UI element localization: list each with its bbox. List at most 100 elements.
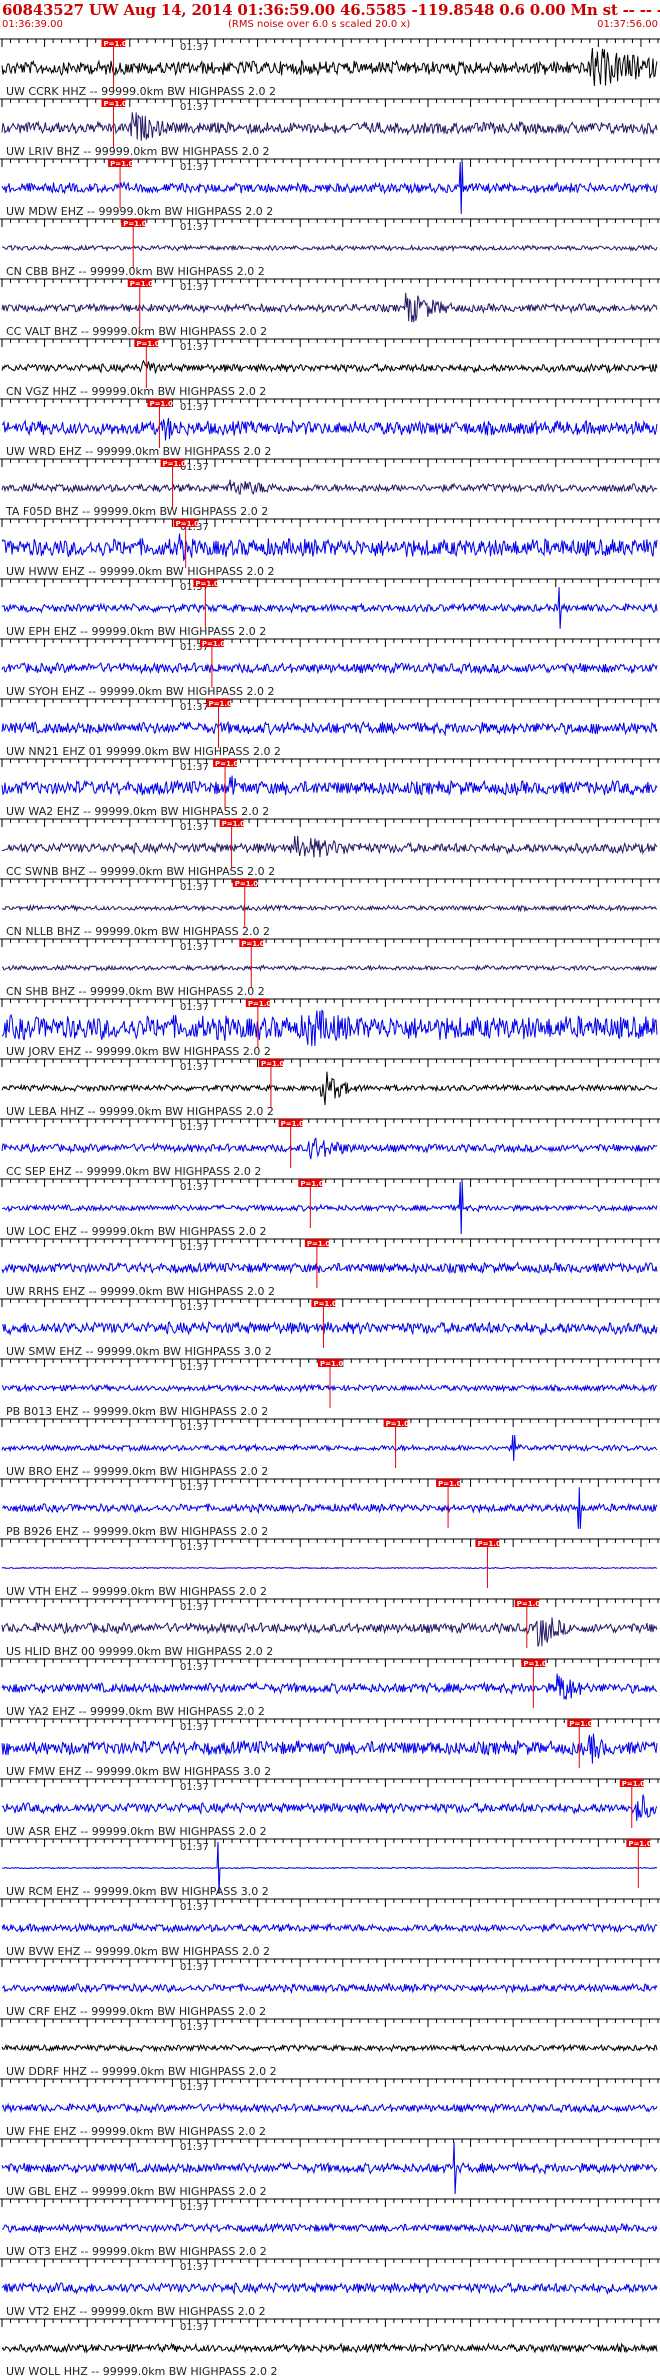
- time-mark: 01:37: [180, 822, 209, 833]
- station-label: UW EPH EHZ -- 99999.0km BW HIGHPASS 2.0 …: [6, 625, 266, 638]
- time-mark: 01:37: [180, 1722, 209, 1733]
- waveform-trace: [1, 1673, 658, 1701]
- time-mark: 01:37: [180, 1542, 209, 1553]
- station-label: UW RCM EHZ -- 99999.0km BW HIGHPASS 3.0 …: [6, 1885, 269, 1898]
- waveform-trace: [1, 903, 658, 913]
- seismogram-panel: 01:37 P=1.0 US HLID BHZ 00 99999.0km BW HI…: [0, 1598, 660, 1658]
- time-mark: 01:37: [180, 42, 209, 53]
- pick-label: P=1.0: [163, 460, 187, 468]
- seismogram-panel: 01:37 P=1.0 CN CBB BHZ -- 99999.0km BW HIG…: [0, 218, 660, 278]
- station-label: UW GBL EHZ -- 99999.0km BW HIGHPASS 2.0 …: [6, 2185, 267, 2198]
- station-label: UW SMW EHZ -- 99999.0km BW HIGHPASS 3.0 …: [6, 1345, 272, 1358]
- pick-label: P=1.0: [208, 700, 232, 708]
- waveform-trace: [1, 1487, 658, 1529]
- waveform-trace: [1, 243, 658, 253]
- station-label: UW DDRF HHZ -- 99999.0km BW HIGHPASS 2.0…: [6, 2065, 277, 2078]
- waveform-trace: [1, 2342, 658, 2354]
- time-mark: 01:37: [180, 2322, 209, 2333]
- seismogram-panel: 01:37 UW WOLL HHZ -- 99999.0km BW HIGHPAS…: [0, 2318, 660, 2378]
- station-label: PB B926 EHZ -- 99999.0km BW HIGHPASS 2.0…: [6, 1525, 268, 1538]
- pick-label: P=1.0: [104, 100, 128, 108]
- waveform-trace: [1, 1137, 658, 1160]
- waveform-trace: [1, 112, 658, 141]
- station-label: CN NLLB BHZ -- 99999.0km BW HIGHPASS 2.0…: [6, 925, 270, 938]
- time-mark: 01:37: [180, 1482, 209, 1493]
- pick-label: P=1.0: [320, 1360, 344, 1368]
- pick-label: P=1.0: [222, 820, 246, 828]
- seismogram-panel: 01:37 P=1.0 CN NLLB BHZ -- 99999.0km BW HI…: [0, 878, 660, 938]
- seismogram-panel: 01:37 UW BVW EHZ -- 99999.0km BW HIGHPASS…: [0, 1898, 660, 1958]
- seismogram-panel: 01:37 P=1.0 UW YA2 EHZ -- 99999.0km BW HIG…: [0, 1658, 660, 1718]
- pick-label: P=1.0: [386, 1420, 410, 1428]
- station-label: CC SWNB BHZ -- 99999.0km BW HIGHPASS 2.0…: [6, 865, 275, 878]
- station-label: UW SYOH EHZ -- 99999.0km BW HIGHPASS 2.0…: [6, 685, 274, 698]
- station-label: UW CRF EHZ -- 99999.0km BW HIGHPASS 2.0 …: [6, 2005, 266, 2018]
- seismogram-panel: 01:37 P=1.0 UW JORV EHZ -- 99999.0km BW HI…: [0, 998, 660, 1058]
- pick-label: P=1.0: [104, 40, 128, 48]
- seismogram-panel: 01:37 UW GBL EHZ -- 99999.0km BW HIGHPASS…: [0, 2138, 660, 2198]
- time-mark: 01:37: [180, 1002, 209, 1013]
- seismogram-panel: 01:37 UW VT2 EHZ -- 99999.0km BW HIGHPASS…: [0, 2258, 660, 2318]
- waveform-trace: [1, 359, 658, 374]
- seismogram-panel: 01:37 P=1.0 CC SWNB BHZ -- 99999.0km BW HI…: [0, 818, 660, 878]
- waveform-trace: [1, 417, 658, 441]
- pick-label: P=1.0: [235, 880, 259, 888]
- pick-label: P=1.0: [281, 1120, 305, 1128]
- time-mark: 01:37: [180, 1242, 209, 1253]
- station-label: UW LEBA HHZ -- 99999.0km BW HIGHPASS 2.0…: [6, 1105, 274, 1118]
- station-label: UW WRD EHZ -- 99999.0km BW HIGHPASS 2.0 …: [6, 445, 271, 458]
- waveform-trace: [1, 2222, 658, 2234]
- seismogram-panel: 01:37P=1.0TA F05D BHZ -- 99999.0km BW HI…: [0, 458, 660, 518]
- station-label: UW VTH EHZ -- 99999.0km BW HIGHPASS 2.0 …: [6, 1585, 267, 1598]
- time-mark: 01:37: [180, 1122, 209, 1133]
- waveform-trace: [1, 1921, 658, 1934]
- pick-label: P=1.0: [248, 1000, 272, 1008]
- time-mark: 01:37: [180, 2022, 209, 2033]
- time-mark: 01:37: [180, 102, 209, 113]
- pick-label: P=1.0: [628, 1840, 652, 1848]
- pick-label: P=1.0: [195, 580, 219, 588]
- time-mark: 01:37: [180, 2202, 209, 2213]
- waveform-trace: [2, 835, 658, 858]
- station-label: CN CBB BHZ -- 99999.0km BW HIGHPASS 2.0 …: [6, 265, 265, 278]
- seismogram-panel: 01:37 P=1.0 UW MDW EHZ -- 99999.0km BW HIG…: [0, 158, 660, 218]
- waveform-trace: [1, 775, 658, 796]
- waveform-trace: [1, 1617, 658, 1647]
- pick-label: P=1.0: [313, 1300, 337, 1308]
- seismogram-panel: 01:37 P=1.0 UW FMW EHZ -- 99999.0km BW HIG…: [0, 1718, 660, 1778]
- station-label: UW OT3 EHZ -- 99999.0km BW HIGHPASS 2.0 …: [6, 2245, 267, 2258]
- station-label: UW CCRK HHZ -- 99999.0km BW HIGHPASS 2.0…: [6, 85, 276, 98]
- station-label: UW BRO EHZ -- 99999.0km BW HIGHPASS 2.0 …: [6, 1465, 268, 1478]
- station-label: UW YA2 EHZ -- 99999.0km BW HIGHPASS 2.0 …: [6, 1705, 265, 1718]
- time-mark: 01:37: [180, 762, 209, 773]
- time-mark: 01:37: [180, 1902, 209, 1913]
- waveform-trace: [1, 587, 658, 629]
- seismogram-panel: 01:37 UW DDRF HHZ -- 99999.0km BW HIGHPAS…: [0, 2018, 660, 2078]
- seismogram-panel: 01:37 P=1.0 PB B926 EHZ -- 99999.0km BW HI…: [0, 1478, 660, 1538]
- time-mark: 01:37: [180, 1302, 209, 1313]
- station-label: CC SEP EHZ -- 99999.0km BW HIGHPASS 2.0 …: [6, 1165, 261, 1178]
- station-label: CC VALT BHZ -- 99999.0km BW HIGHPASS 2.0…: [6, 325, 267, 338]
- time-mark: 01:37: [180, 402, 209, 413]
- pick-label: P=1.0: [241, 940, 265, 948]
- time-mark: 01:37: [180, 1962, 209, 1973]
- station-label: UW ASR EHZ -- 99999.0km BW HIGHPASS 2.0 …: [6, 1825, 267, 1838]
- waveform-trace: [1, 1320, 658, 1337]
- waveform-trace: [1, 2043, 658, 2053]
- station-label: US HLID BHZ 00 99999.0km BW HIGHPASS 2.0…: [6, 1645, 273, 1658]
- time-mark: 01:37: [180, 1362, 209, 1373]
- waveform-trace: [1, 963, 658, 972]
- time-mark: 01:37: [180, 1842, 209, 1853]
- seismogram-plot: 01:37 P=1.0 UW CCRK HHZ -- 99999.0km BW HI…: [0, 38, 660, 2378]
- seismogram-panel: 01:37 P=1.0 UW LEBA HHZ -- 99999.0km BW HI…: [0, 1058, 660, 1118]
- seismogram-panel: 01:37P=1.0UW SYOH EHZ -- 99999.0km BW HI…: [0, 638, 660, 698]
- station-label: TA F05D BHZ -- 99999.0km BW HIGHPASS 2.0…: [5, 505, 268, 518]
- pick-label: P=1.0: [215, 760, 239, 768]
- time-mark: 01:37: [180, 1782, 209, 1793]
- seismogram-panel: 01:37 UW FHE EHZ -- 99999.0km BW HIGHPASS…: [0, 2078, 660, 2138]
- seismogram-panel: 01:37 P=1.0 UW CCRK HHZ -- 99999.0km BW HI…: [0, 38, 660, 98]
- waveform-trace: [1, 1260, 658, 1275]
- time-mark: 01:37: [180, 1062, 209, 1073]
- station-label: CN SHB BHZ -- 99999.0km BW HIGHPASS 2.0 …: [6, 985, 265, 998]
- waveform-trace: [2, 1982, 658, 1995]
